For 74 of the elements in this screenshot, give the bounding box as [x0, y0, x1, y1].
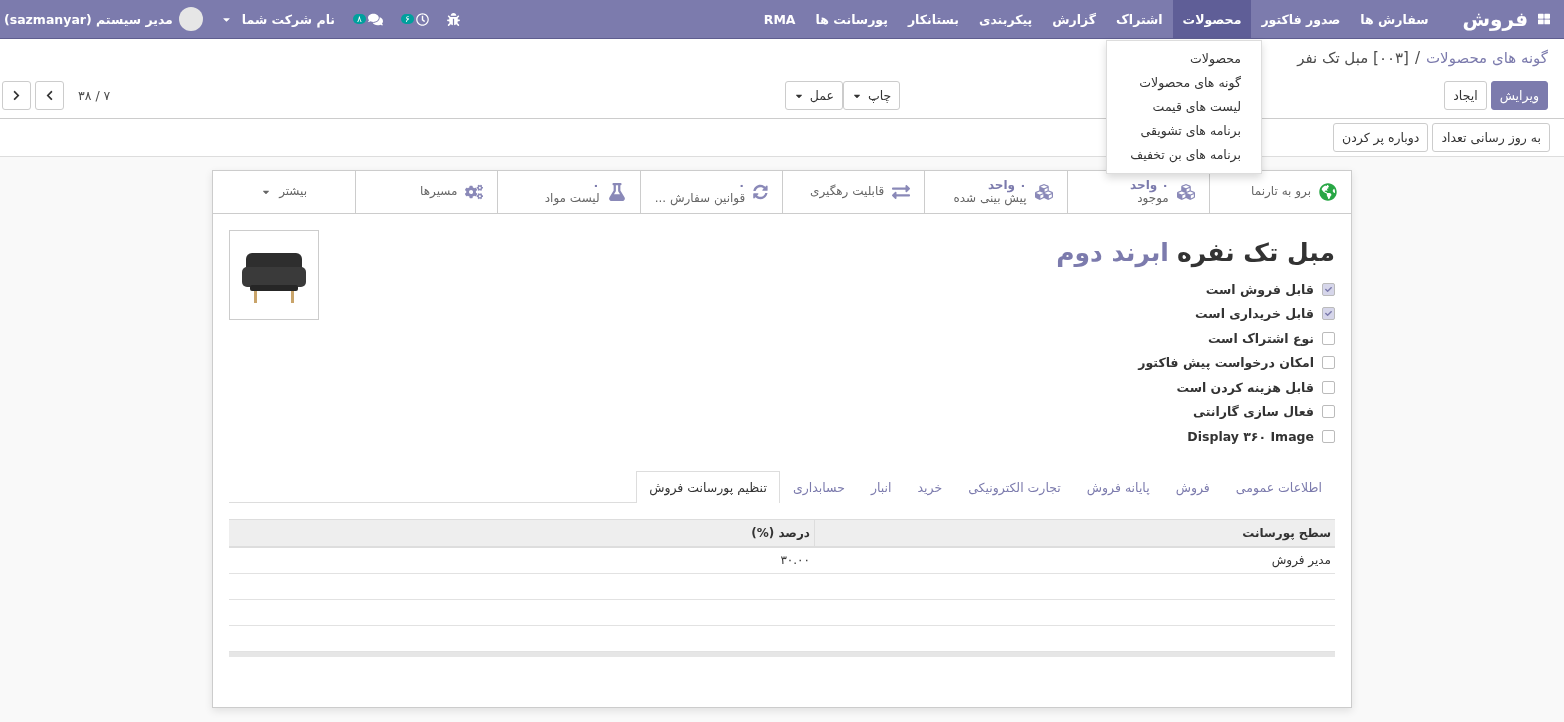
- avatar: [178, 7, 203, 31]
- header-button[interactable]: دوباره پر کردن: [1333, 123, 1429, 152]
- checkbox-label: امکان درخواست پیش فاکتور: [1138, 355, 1314, 371]
- column-header: درصد (%): [750, 524, 811, 542]
- checkbox[interactable]: [1322, 331, 1335, 345]
- print-button[interactable]: چاپ: [842, 81, 901, 110]
- user-menu[interactable]: مدیر سیستم (sazmanyar): [4, 11, 173, 27]
- breadcrumb-current: [۰۰۳] مبل تک نفر: [1297, 49, 1409, 67]
- menu-item[interactable]: پورسانت ها: [805, 0, 898, 38]
- header-button[interactable]: به روز رسانی تعداد: [1432, 123, 1550, 152]
- dropdown-item[interactable]: لیست های قیمت: [1107, 95, 1261, 119]
- breadcrumb-separator: /: [1414, 49, 1420, 67]
- dropdown-item[interactable]: برنامه های بن تخفیف: [1107, 143, 1261, 167]
- count-badge: ۸: [353, 14, 366, 24]
- checkbox[interactable]: [1322, 405, 1335, 419]
- previous-button[interactable]: [35, 81, 64, 110]
- menu-item[interactable]: محصولات: [1172, 0, 1252, 38]
- count-badge: ۶: [400, 14, 414, 24]
- checkbox[interactable]: [1322, 380, 1335, 394]
- menu-item[interactable]: پیکربندی: [968, 0, 1043, 38]
- checkbox[interactable]: [1322, 356, 1335, 370]
- dropdown-item[interactable]: برنامه های تشویقی: [1107, 119, 1261, 143]
- edit-button[interactable]: ویرایش: [1490, 81, 1548, 110]
- smart-button[interactable]: مسیرها: [355, 171, 498, 213]
- dropdown-item[interactable]: محصولات: [1107, 47, 1261, 71]
- pager-counter: ۷ / ۳۸: [78, 88, 111, 103]
- chat-icon[interactable]: [367, 11, 383, 27]
- checkbox[interactable]: [1322, 282, 1335, 296]
- menu-item[interactable]: اشتراک: [1106, 0, 1173, 38]
- cubes-icon: [1034, 183, 1053, 201]
- refresh-icon: [753, 183, 769, 201]
- check-icon: [1325, 310, 1332, 318]
- checkbox-label: فعال سازی گارانتی: [1193, 404, 1314, 420]
- breadcrumb-link[interactable]: گونه های محصولات: [1426, 49, 1548, 67]
- dropdown-item[interactable]: گونه های محصولات: [1107, 71, 1261, 95]
- menu-item[interactable]: RMA: [753, 0, 806, 38]
- menu-item[interactable]: سفارش ها: [1350, 0, 1439, 38]
- app-title: فروش: [1462, 7, 1528, 31]
- smart-button[interactable]: ۰ قوانین سفارش ...: [639, 171, 783, 213]
- column-header: سطح پورسانت: [814, 519, 1335, 546]
- checkbox-label: قابل فروش است: [1205, 281, 1314, 297]
- tab[interactable]: تنظیم پورسانت فروش: [636, 470, 780, 503]
- smart-button[interactable]: برو به تارنما: [1208, 171, 1351, 213]
- checkbox[interactable]: [1322, 307, 1335, 321]
- checkbox-label: قابل خریداری است: [1195, 306, 1314, 322]
- smart-button[interactable]: قابلیت رهگیری: [782, 171, 925, 213]
- menu-item[interactable]: بستانکار: [897, 0, 969, 38]
- check-icon: [1325, 285, 1332, 293]
- flask-icon: [607, 183, 626, 201]
- smart-button[interactable]: ۰ واحد پیش بینی شده: [924, 171, 1067, 213]
- smart-button[interactable]: ۰ لیست مواد: [497, 171, 640, 213]
- gears-icon: [465, 183, 484, 201]
- checkbox[interactable]: [1322, 429, 1335, 443]
- checkbox-label: نوع اشتراک است: [1207, 330, 1314, 346]
- next-button[interactable]: [2, 81, 31, 110]
- chevron-right-icon: [11, 90, 22, 101]
- action-button[interactable]: عمل: [784, 81, 843, 110]
- arrows-icon: [892, 183, 911, 201]
- table-cell-text: ۳۰.۰۰: [779, 553, 811, 567]
- checkbox-label: قابل هزینه کردن است: [1176, 379, 1314, 395]
- smart-button[interactable]: بیشتر: [212, 171, 356, 213]
- menu-item[interactable]: صدور فاکتور: [1251, 0, 1351, 38]
- create-button[interactable]: ایجاد: [1444, 81, 1487, 110]
- globe-icon: [1319, 183, 1337, 201]
- cubes-icon: [1176, 183, 1195, 201]
- apps-menu-icon[interactable]: [1538, 13, 1550, 25]
- bug-icon[interactable]: [446, 12, 460, 26]
- clock-icon[interactable]: [415, 12, 429, 26]
- menu-item[interactable]: گزارش: [1042, 0, 1107, 38]
- product-title: مبل تک نفره ابرند دوم: [1056, 238, 1335, 267]
- table-cell-text: مدیر فروش: [1270, 553, 1332, 567]
- chevron-left-icon: [44, 90, 55, 101]
- checkbox-label: Display ۳۶۰ Image: [1187, 428, 1314, 444]
- company-switcher[interactable]: نام شرکت شما: [241, 11, 336, 27]
